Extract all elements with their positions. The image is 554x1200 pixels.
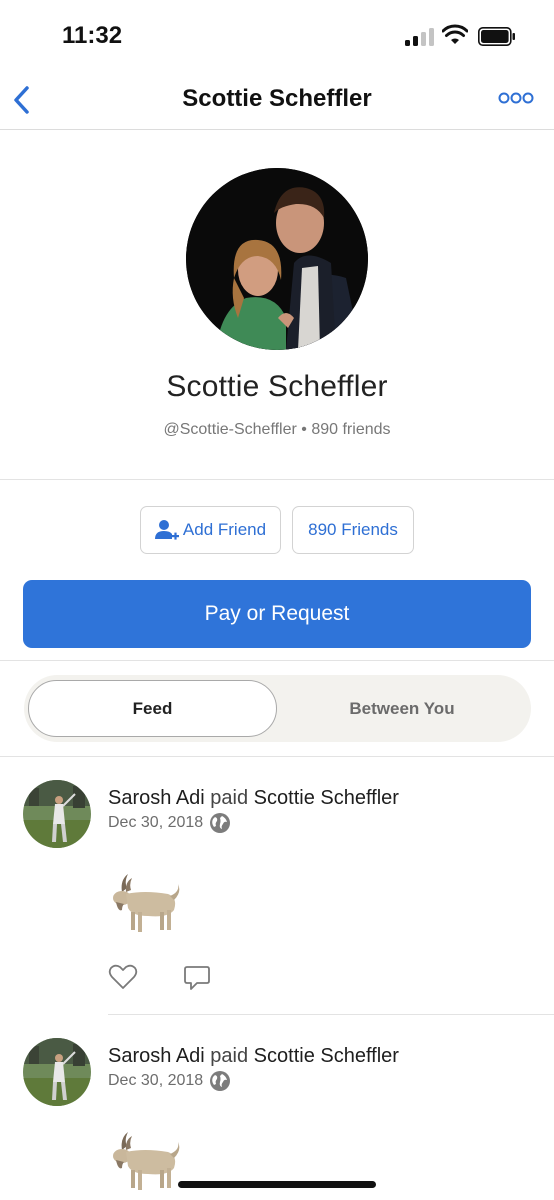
feed-item[interactable]: Sarosh Adi paid Scottie Scheffler Dec 30… xyxy=(0,778,554,1016)
feed-target[interactable]: Scottie Scheffler xyxy=(254,787,399,809)
tab-between-you[interactable]: Between You xyxy=(277,680,527,737)
divider xyxy=(0,660,554,661)
divider xyxy=(0,479,554,480)
feed-verb: paid xyxy=(210,787,249,809)
cellular-signal-icon xyxy=(405,28,435,46)
feed-date: Dec 30, 2018 xyxy=(108,814,204,831)
globe-icon xyxy=(210,813,231,833)
wifi-icon xyxy=(442,24,468,44)
home-indicator[interactable] xyxy=(178,1181,376,1188)
nav-title: Scottie Scheffler xyxy=(182,85,372,112)
comment-icon[interactable] xyxy=(183,964,211,992)
add-friend-label: Add Friend xyxy=(182,520,267,539)
feed-tab-switcher: Feed Between You xyxy=(24,675,531,742)
status-bar: 11:32 xyxy=(0,0,554,70)
profile-username: @Scottie-Scheffler xyxy=(163,421,297,438)
pay-or-request-button[interactable]: Pay or Request xyxy=(23,580,531,648)
goat-emoji-icon xyxy=(113,1132,180,1190)
divider xyxy=(108,1014,554,1015)
add-user-icon xyxy=(154,520,179,540)
feed-item[interactable]: Sarosh Adi paid Scottie Scheffler Dec 30… xyxy=(0,1036,554,1200)
nav-bar: Scottie Scheffler xyxy=(0,70,554,130)
feed-avatar[interactable] xyxy=(23,780,91,848)
more-dots-icon[interactable] xyxy=(498,90,534,106)
feed-verb: paid xyxy=(210,1045,249,1067)
divider xyxy=(0,756,554,757)
battery-icon xyxy=(478,27,515,46)
status-time: 11:32 xyxy=(62,22,123,49)
feed-date-row: Dec 30, 2018 xyxy=(108,812,231,834)
separator-dot: • xyxy=(301,421,307,438)
tab-feed[interactable]: Feed xyxy=(28,680,277,737)
profile-name: Scottie Scheffler xyxy=(166,370,388,403)
friends-button[interactable]: 890 Friends xyxy=(292,506,414,554)
feed-title: Sarosh Adi paid Scottie Scheffler xyxy=(108,787,399,810)
feed-title: Sarosh Adi paid Scottie Scheffler xyxy=(108,1045,399,1068)
goat-emoji-icon xyxy=(113,874,180,932)
feed-target[interactable]: Scottie Scheffler xyxy=(254,1045,399,1067)
feed-actor[interactable]: Sarosh Adi xyxy=(108,787,205,809)
profile-subtitle: @Scottie-Scheffler • 890 friends xyxy=(0,421,554,439)
profile-friends-count[interactable]: 890 friends xyxy=(311,421,390,438)
feed-actor[interactable]: Sarosh Adi xyxy=(108,1045,205,1067)
feed-date-row: Dec 30, 2018 xyxy=(108,1070,231,1092)
add-friend-button[interactable]: Add Friend xyxy=(140,506,281,554)
feed-date: Dec 30, 2018 xyxy=(108,1072,204,1089)
profile-avatar xyxy=(186,168,368,350)
feed-avatar[interactable] xyxy=(23,1038,91,1106)
globe-icon xyxy=(210,1071,231,1091)
heart-icon[interactable] xyxy=(108,963,138,991)
